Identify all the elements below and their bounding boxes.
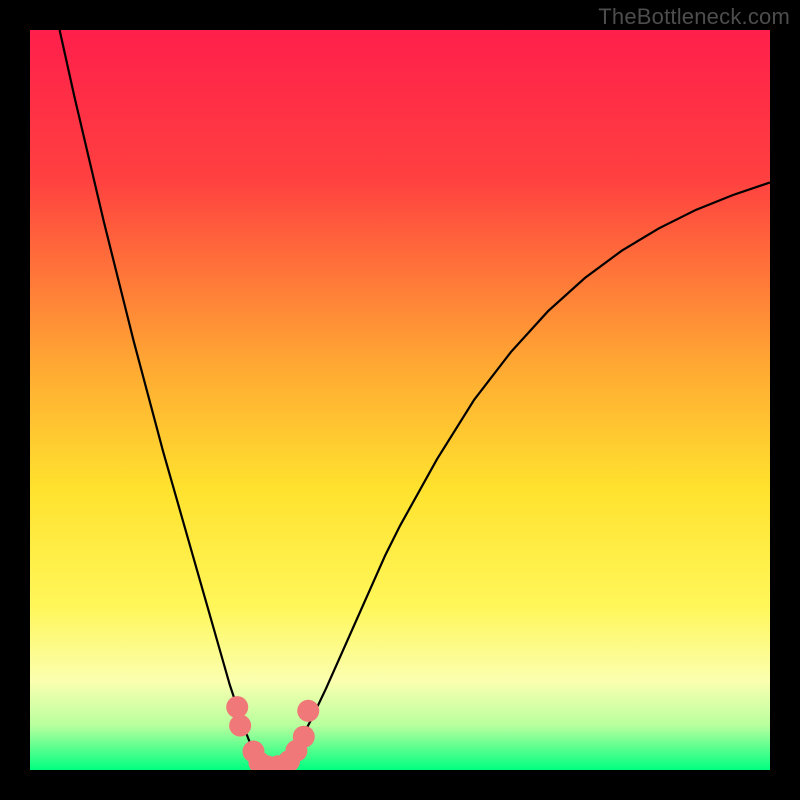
watermark-text: TheBottleneck.com (598, 4, 790, 30)
marker-dot (229, 715, 251, 737)
marker-dot (293, 726, 315, 748)
gradient-background (30, 30, 770, 770)
chart-svg (30, 30, 770, 770)
chart-frame: TheBottleneck.com (0, 0, 800, 800)
plot-area (30, 30, 770, 770)
marker-dot (297, 700, 319, 722)
marker-dot (226, 696, 248, 718)
